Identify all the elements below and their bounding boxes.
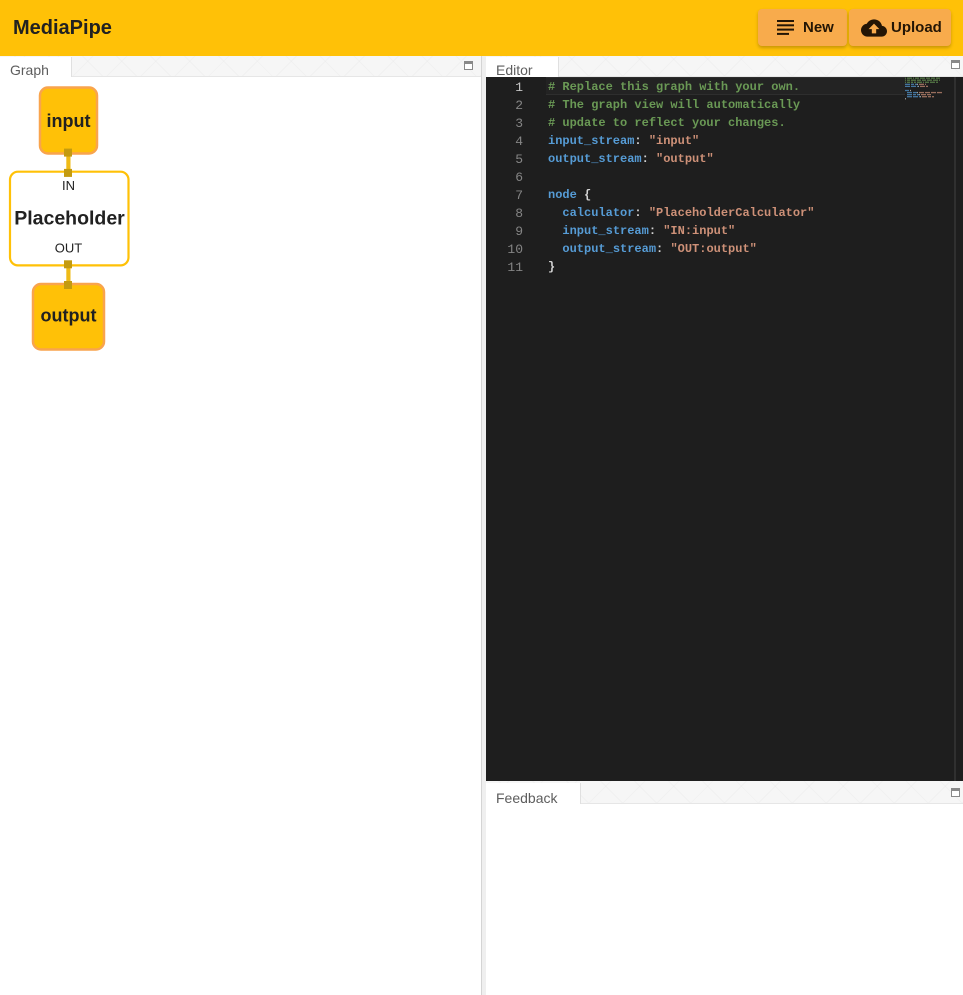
svg-text:OUT: OUT — [55, 241, 83, 256]
svg-text:output: output — [41, 306, 97, 326]
svg-text:IN: IN — [62, 178, 75, 193]
svg-text:Placeholder: Placeholder — [14, 207, 125, 229]
svg-text:input: input — [47, 111, 91, 131]
